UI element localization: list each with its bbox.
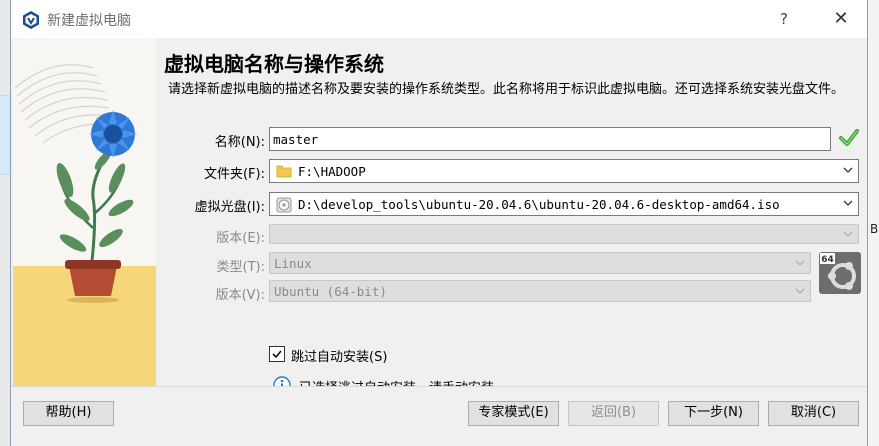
folder-label: 文件夹(F): bbox=[203, 167, 265, 182]
edition-combo[interactable] bbox=[269, 224, 859, 244]
chevron-down-icon bbox=[843, 200, 853, 206]
iso-label: 虚拟光盘(I): bbox=[194, 200, 265, 215]
background-selected-strip bbox=[0, 95, 10, 175]
title-bar[interactable]: 新建虚拟电脑 ? ✕ bbox=[11, 0, 867, 38]
edition-label: 版本(E): bbox=[216, 231, 265, 246]
folder-icon bbox=[276, 165, 292, 178]
help-button[interactable]: 帮助(H) bbox=[23, 401, 114, 426]
checkmark-icon bbox=[272, 350, 282, 359]
window-title: 新建虚拟电脑 bbox=[47, 13, 131, 29]
expert-mode-button[interactable]: 专家模式(E) bbox=[468, 401, 559, 426]
type-value: Linux bbox=[274, 256, 312, 271]
page-description: 请选择新虚拟电脑的描述名称及要安装的操作系统类型。此名称将用于标识此虚拟电脑。还… bbox=[168, 82, 845, 97]
type-label: 类型(T): bbox=[216, 260, 265, 275]
type-combo[interactable]: Linux bbox=[269, 252, 811, 274]
chevron-down-icon bbox=[843, 231, 853, 237]
version-label: 版本(V): bbox=[215, 288, 265, 303]
background-app-left bbox=[0, 0, 10, 446]
button-bar: 帮助(H) 专家模式(E) 返回(B) 下一步(N) 取消(C) bbox=[11, 386, 867, 446]
dialog-body: 虚拟电脑名称与操作系统 请选择新虚拟电脑的描述名称及要安装的操作系统类型。此名称… bbox=[11, 38, 867, 396]
name-value: master bbox=[273, 132, 319, 147]
page-title: 虚拟电脑名称与操作系统 bbox=[164, 52, 384, 76]
chevron-down-icon bbox=[843, 167, 853, 173]
skip-unattended-checkbox[interactable] bbox=[269, 346, 285, 362]
plant-illustration bbox=[13, 38, 156, 386]
iso-combo[interactable]: D:\develop_tools\ubuntu-20.04.6\ubuntu-2… bbox=[269, 192, 859, 216]
background-letter: B bbox=[870, 222, 879, 236]
skip-unattended-label[interactable]: 跳过自动安装(S) bbox=[291, 346, 387, 365]
folder-combo[interactable]: F:\HADOOP bbox=[269, 159, 859, 183]
cancel-button[interactable]: 取消(C) bbox=[768, 401, 859, 426]
name-input[interactable]: master bbox=[269, 127, 831, 151]
iso-value: D:\develop_tools\ubuntu-20.04.6\ubuntu-2… bbox=[298, 197, 780, 212]
new-vm-dialog: 新建虚拟电脑 ? ✕ 虚拟电脑名称与操作系统 请选择新虚拟电脑的描述名称及要安装… bbox=[10, 0, 868, 446]
name-label: 名称(N): bbox=[214, 135, 265, 150]
help-title-button[interactable]: ? bbox=[769, 6, 799, 32]
next-button[interactable]: 下一步(N) bbox=[668, 401, 759, 426]
folder-value: F:\HADOOP bbox=[298, 164, 366, 179]
virtualbox-icon bbox=[23, 11, 39, 29]
os-badge: 64 bbox=[821, 255, 834, 265]
version-combo[interactable]: Ubuntu (64-bit) bbox=[269, 280, 811, 302]
check-icon bbox=[839, 129, 859, 146]
chevron-down-icon bbox=[795, 260, 805, 266]
version-value: Ubuntu (64-bit) bbox=[274, 284, 387, 299]
disc-icon bbox=[276, 197, 292, 213]
back-button[interactable]: 返回(B) bbox=[568, 401, 659, 426]
close-button[interactable]: ✕ bbox=[823, 6, 859, 32]
ubuntu-64-icon: 64 bbox=[819, 252, 861, 294]
chevron-down-icon bbox=[795, 288, 805, 294]
